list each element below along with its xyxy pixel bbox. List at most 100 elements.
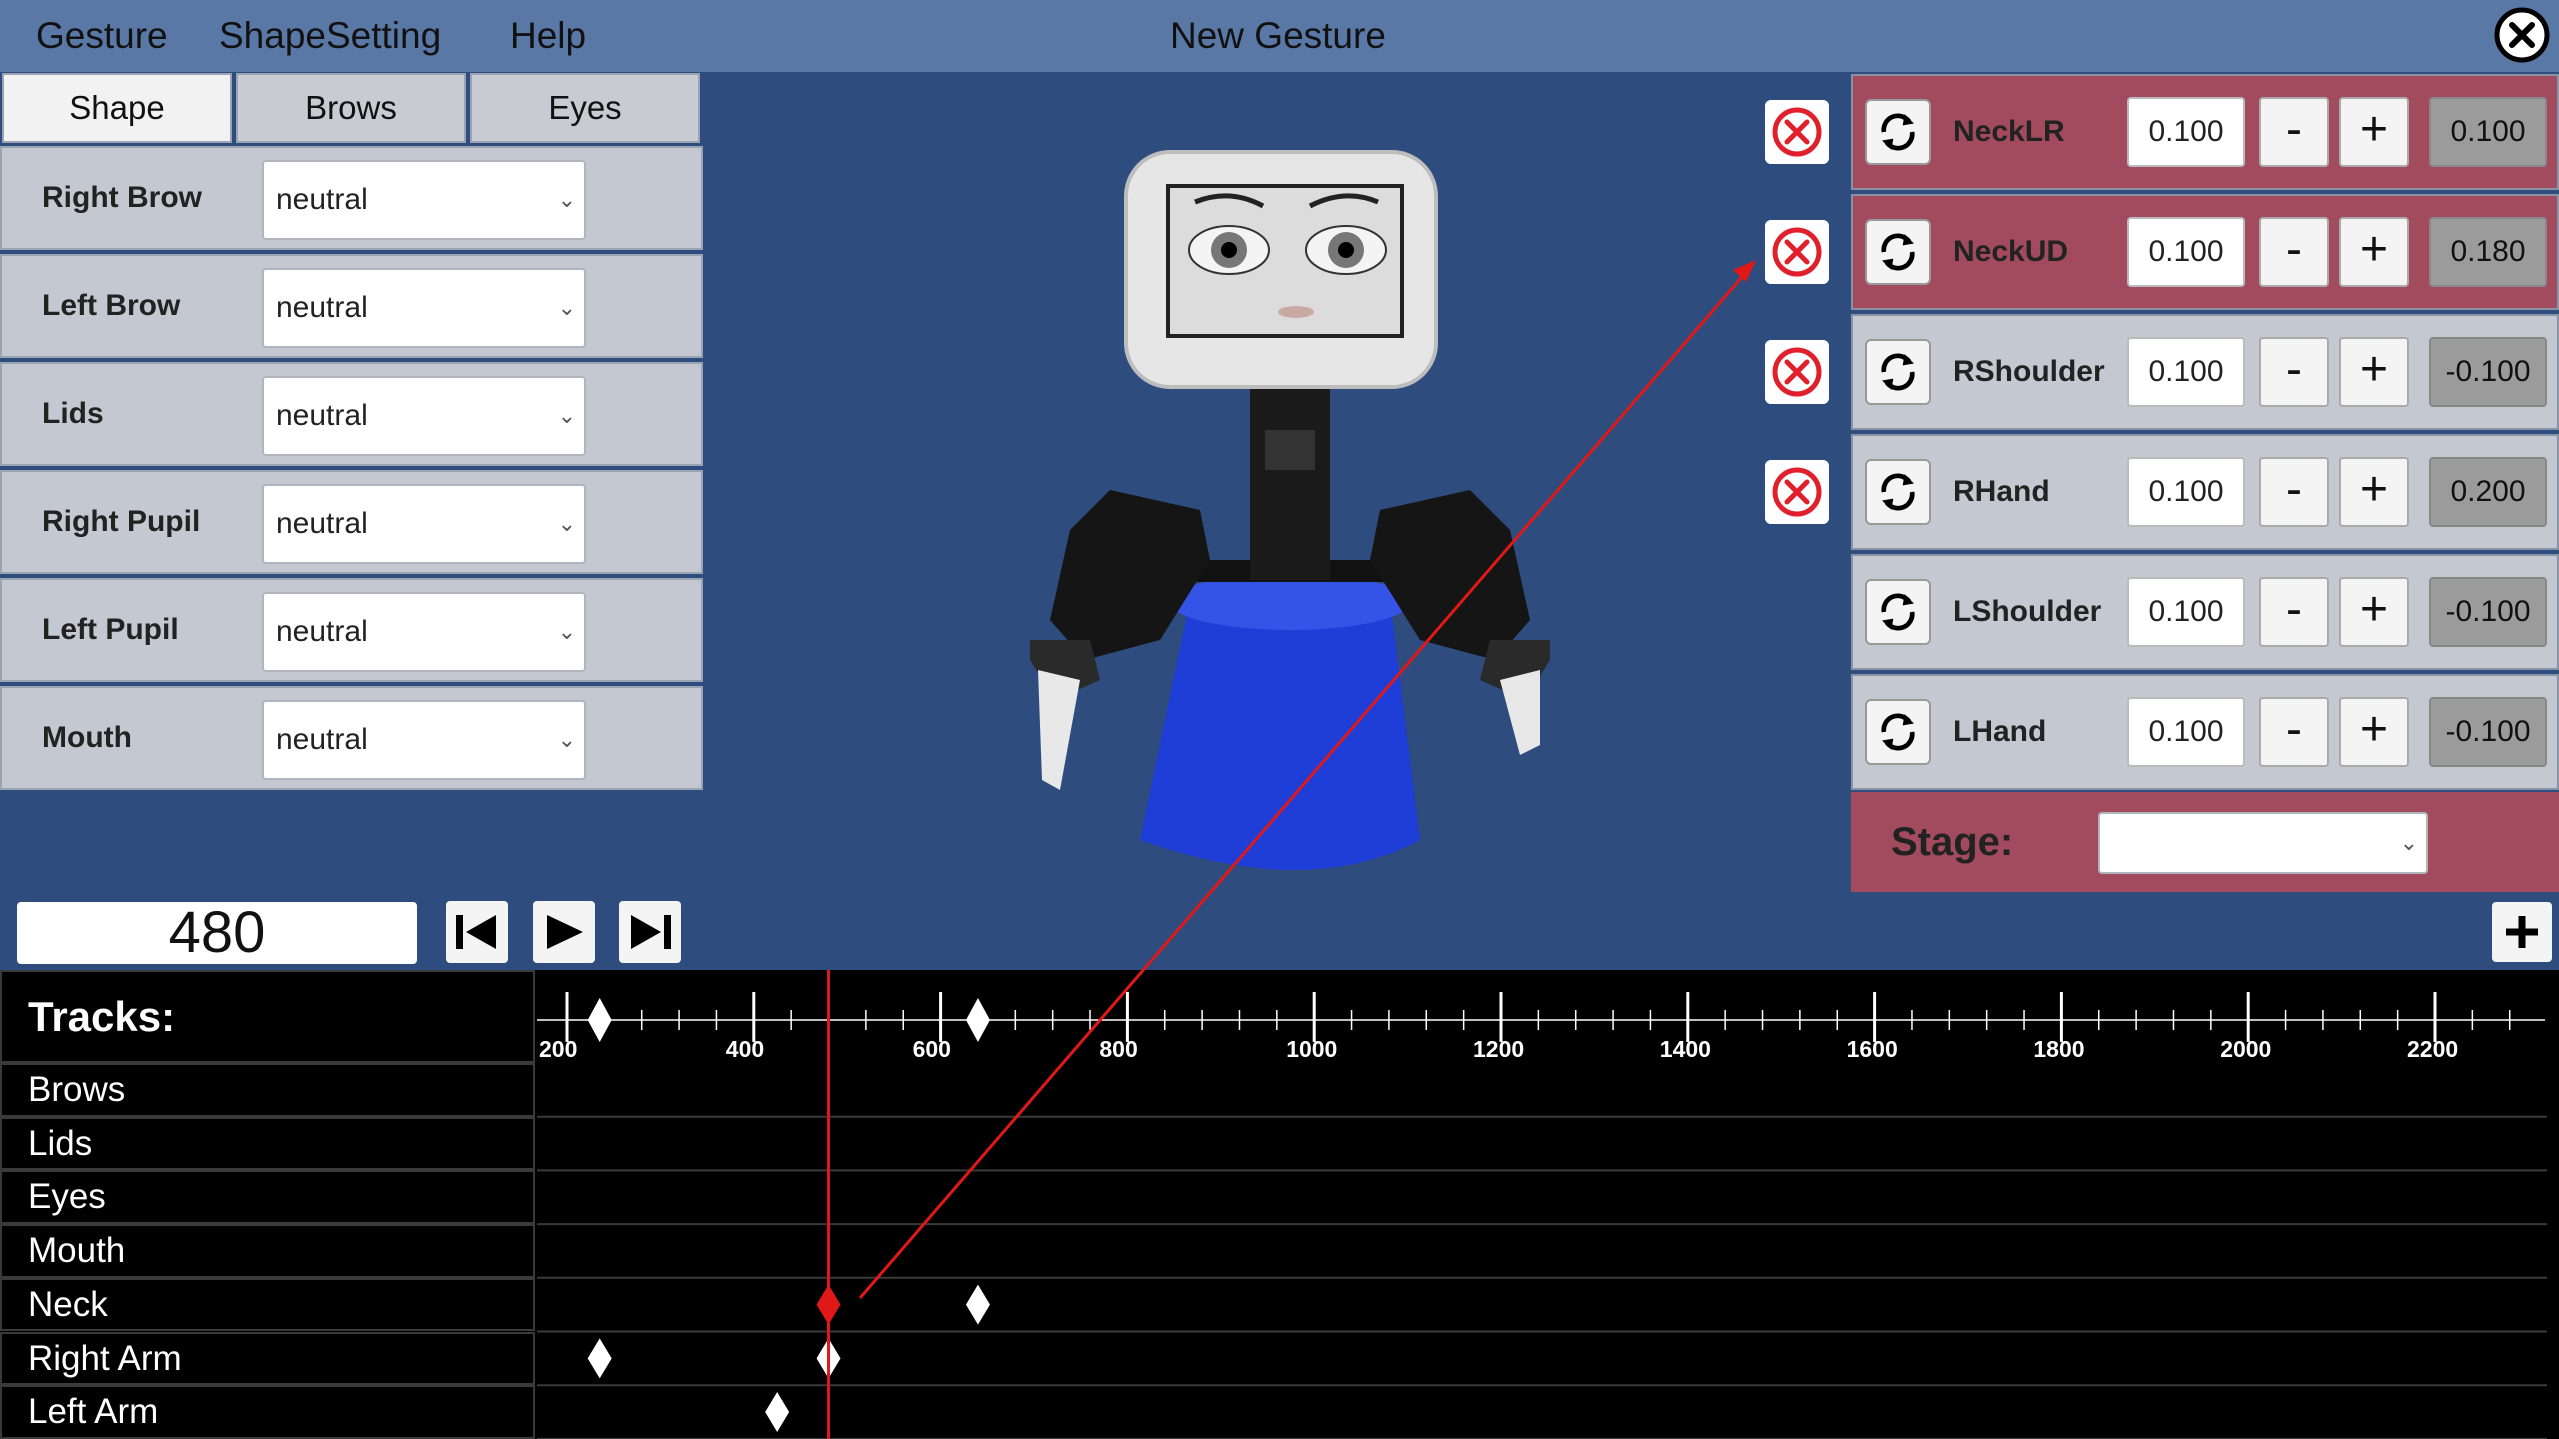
shape-select[interactable]: neutral ⌄	[262, 700, 586, 780]
shape-select[interactable]: neutral ⌄	[262, 484, 586, 564]
decrement-button[interactable]: -	[2259, 337, 2329, 407]
ruler-tick-label: 2200	[2407, 1036, 2459, 1062]
servo-value: 0.200	[2429, 457, 2547, 527]
keyframe-marker[interactable]	[587, 1338, 612, 1379]
reset-rotate-icon[interactable]	[1865, 339, 1931, 405]
servo-value: 0.180	[2429, 217, 2547, 287]
keyframe-marker-selected[interactable]	[816, 1284, 841, 1325]
delete-keyframe-button[interactable]	[1765, 340, 1829, 404]
servo-step-input[interactable]: 0.100	[2127, 577, 2245, 647]
ruler-tick-label: 600	[912, 1036, 951, 1062]
delete-keyframe-button[interactable]	[1765, 220, 1829, 284]
servo-name: LShoulder	[1953, 595, 2102, 628]
shape-row: Right Pupil neutral ⌄	[0, 470, 703, 574]
shape-select[interactable]: neutral ⌄	[262, 376, 586, 456]
play-button[interactable]	[533, 901, 595, 963]
reset-rotate-icon[interactable]	[1865, 579, 1931, 645]
shape-row: Left Pupil neutral ⌄	[0, 578, 703, 682]
increment-button[interactable]: +	[2339, 217, 2409, 287]
shape-row-label: Lids	[42, 397, 104, 430]
shape-row: Left Brow neutral ⌄	[0, 254, 703, 358]
ruler-tick-label: 1200	[1473, 1036, 1525, 1062]
ruler-tick-label: 800	[1099, 1036, 1138, 1062]
increment-button[interactable]: +	[2339, 457, 2409, 527]
servo-name: RShoulder	[1953, 355, 2105, 388]
chevron-down-icon: ⌄	[557, 619, 576, 644]
track-label[interactable]: Lids	[0, 1116, 535, 1171]
delete-keyframe-button[interactable]	[1765, 100, 1829, 164]
track-label[interactable]: Eyes	[0, 1170, 535, 1225]
stage-select[interactable]: ⌄	[2098, 812, 2428, 874]
reset-rotate-icon[interactable]	[1865, 699, 1931, 765]
frame-counter[interactable]: 480	[17, 902, 417, 964]
decrement-button[interactable]: -	[2259, 697, 2329, 767]
skip-to-end-button[interactable]	[619, 901, 681, 963]
shape-select[interactable]: neutral ⌄	[262, 160, 586, 240]
shape-row-label: Left Pupil	[42, 613, 179, 646]
increment-button[interactable]: +	[2339, 337, 2409, 407]
track-label[interactable]: Right Arm	[0, 1331, 535, 1386]
decrement-button[interactable]: -	[2259, 97, 2329, 167]
shape-select-value: neutral	[276, 615, 368, 648]
add-track-button[interactable]	[2492, 902, 2552, 962]
shape-select-value: neutral	[276, 723, 368, 756]
shape-row-label: Mouth	[42, 721, 132, 754]
shape-select-value: neutral	[276, 399, 368, 432]
track-label[interactable]: Brows	[0, 1063, 535, 1117]
increment-button[interactable]: +	[2339, 97, 2409, 167]
servo-step-input[interactable]: 0.100	[2127, 697, 2245, 767]
close-icon[interactable]	[2493, 6, 2551, 64]
track-lanes[interactable]	[537, 1063, 2547, 1439]
reset-rotate-icon[interactable]	[1865, 459, 1931, 525]
shape-row: Lids neutral ⌄	[0, 362, 703, 466]
decrement-button[interactable]: -	[2259, 217, 2329, 287]
reset-rotate-icon[interactable]	[1865, 219, 1931, 285]
track-label[interactable]: Mouth	[0, 1224, 535, 1278]
servo-row: RShoulder 0.100- + -0.100	[1851, 314, 2559, 430]
keyframe-marker[interactable]	[816, 1338, 841, 1379]
servo-name: NeckLR	[1953, 115, 2065, 148]
servo-row: NeckUD 0.100- +0.180	[1851, 194, 2559, 310]
servo-value: -0.100	[2429, 577, 2547, 647]
servo-step-input[interactable]: 0.100	[2127, 337, 2245, 407]
tab-eyes[interactable]: Eyes	[470, 73, 700, 143]
keyframe-marker[interactable]	[965, 1284, 990, 1325]
chevron-down-icon: ⌄	[557, 295, 576, 320]
menu-gesture[interactable]: Gesture	[36, 0, 168, 72]
shape-row-label: Left Brow	[42, 289, 181, 322]
servo-name: LHand	[1953, 715, 2047, 748]
servo-row: RHand 0.100- +0.200	[1851, 434, 2559, 550]
servo-step-input[interactable]: 0.100	[2127, 97, 2245, 167]
shape-row-label: Right Pupil	[42, 505, 201, 538]
stage-label: Stage:	[1891, 820, 2014, 864]
increment-button[interactable]: +	[2339, 577, 2409, 647]
track-label[interactable]: Neck	[0, 1277, 535, 1332]
track-label[interactable]: Left Arm	[0, 1385, 535, 1439]
shape-select[interactable]: neutral ⌄	[262, 268, 586, 348]
tab-brows[interactable]: Brows	[236, 73, 466, 143]
ruler-keyframe-marker[interactable]	[587, 998, 612, 1042]
servo-step-input[interactable]: 0.100	[2127, 217, 2245, 287]
servo-step-input[interactable]: 0.100	[2127, 457, 2245, 527]
decrement-button[interactable]: -	[2259, 577, 2329, 647]
ruler-tick-label: 400	[725, 1036, 765, 1062]
shape-select[interactable]: neutral ⌄	[262, 592, 586, 672]
shape-select-value: neutral	[276, 183, 368, 216]
tab-shape[interactable]: Shape	[2, 73, 232, 143]
window-title: New Gesture	[1170, 15, 1386, 56]
reset-rotate-icon[interactable]	[1865, 99, 1931, 165]
delete-keyframe-button[interactable]	[1765, 460, 1829, 524]
skip-to-start-button[interactable]	[446, 901, 508, 963]
shape-row-label: Right Brow	[42, 181, 202, 214]
decrement-button[interactable]: -	[2259, 457, 2329, 527]
keyframe-marker[interactable]	[765, 1392, 790, 1433]
menu-help[interactable]: Help	[510, 0, 586, 72]
servo-value: -0.100	[2429, 337, 2547, 407]
tracks-header: Tracks:	[0, 970, 535, 1063]
pointer-arrowhead	[1733, 260, 1756, 282]
menu-shapesetting[interactable]: ShapeSetting	[219, 0, 441, 72]
ruler-tick-label: 1800	[2033, 1036, 2085, 1062]
ruler-keyframe-marker[interactable]	[965, 998, 990, 1042]
increment-button[interactable]: +	[2339, 697, 2409, 767]
robot-3d-viewport[interactable]	[980, 140, 1560, 900]
